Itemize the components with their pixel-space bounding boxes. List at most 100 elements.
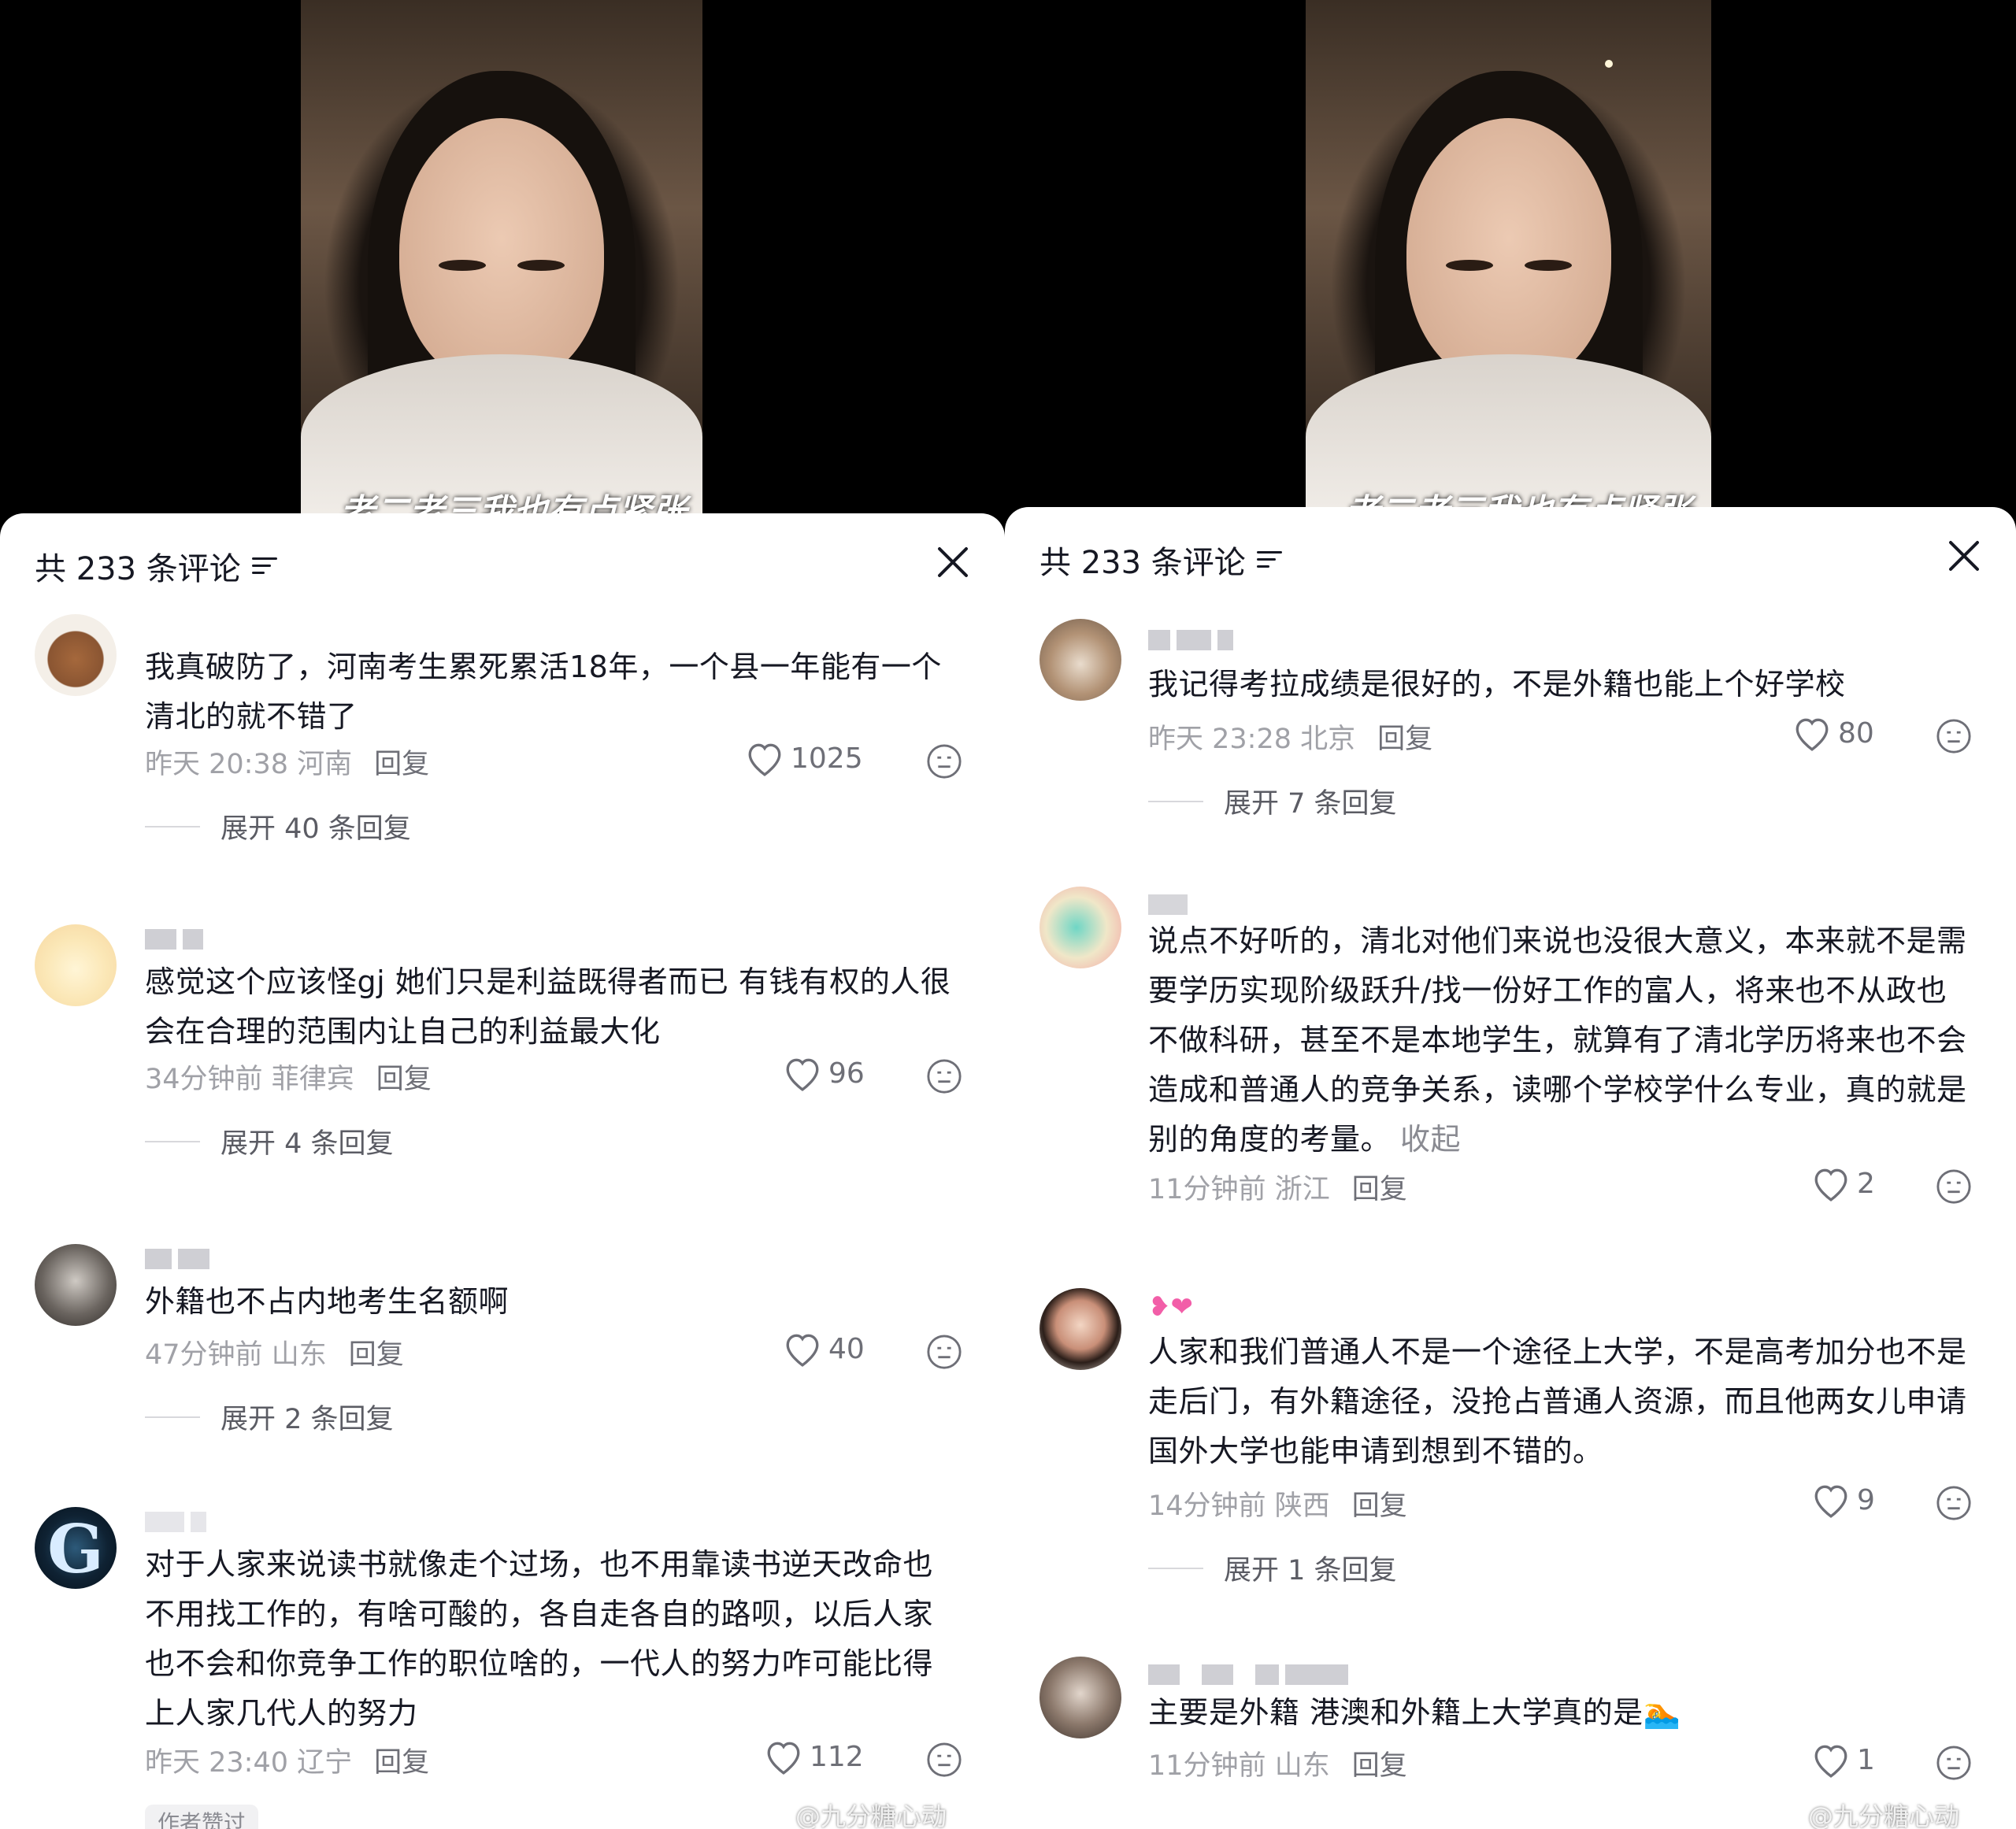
comment-location: 北京 (1300, 724, 1356, 755)
heart-icon (1796, 718, 1829, 751)
comment-meta: 昨天 23:40 辽宁 回复 (145, 1740, 429, 1780)
username-blurred[interactable] (145, 1249, 216, 1271)
comments-header[interactable]: 共 233 条评论 (1040, 537, 1282, 583)
comment-text-body: 说点不好听的，清北对他们来说也没很大意义，本来就不是需要学历实现阶级跃升/找一份… (1148, 924, 1967, 1157)
like-count: 96 (828, 1057, 865, 1090)
username-blurred[interactable] (1148, 1664, 1354, 1686)
like-count: 112 (810, 1740, 864, 1773)
letter-g-logo: G (47, 1510, 104, 1588)
comment-text-body: 主要是外籍 港澳和外籍上大学真的是 (1148, 1695, 1644, 1730)
comment-count-title: 共 233 条评论 (35, 551, 241, 587)
reply-button[interactable]: 回复 (374, 1740, 429, 1780)
dislike-face-icon[interactable] (926, 1334, 962, 1370)
expand-replies-button[interactable]: 展开 4 条回复 (145, 1121, 394, 1161)
avatar[interactable] (35, 924, 117, 1006)
avatar[interactable] (1040, 1288, 1121, 1370)
close-icon[interactable] (1947, 539, 1981, 573)
heart-icon (1814, 1168, 1847, 1201)
comment-time: 14分钟前 (1148, 1490, 1266, 1522)
reply-button[interactable]: 回复 (1377, 716, 1432, 757)
username-blurred[interactable] (145, 929, 209, 951)
avatar[interactable] (35, 614, 117, 696)
pink-heart-icon: ❥❤ (1148, 1291, 1193, 1323)
avatar[interactable] (35, 1244, 117, 1326)
comment-text: 对于人家来说读书就像走个过场，也不用靠读书逆天改命也不用找工作的，有啥可酸的，各… (145, 1547, 934, 1731)
comment-location: 山东 (1274, 1750, 1330, 1782)
video-subject-eye (1446, 260, 1493, 271)
comment-time: 34分钟前 (145, 1064, 263, 1095)
comment-time: 11分钟前 (1148, 1174, 1266, 1205)
like-button[interactable]: 1025 (745, 740, 863, 776)
ceiling-light (1605, 60, 1613, 68)
watermark-text: @九分糖心动 (795, 1801, 947, 1829)
username-blurred[interactable] (1148, 894, 1194, 916)
reply-button[interactable]: 回复 (1352, 1743, 1407, 1783)
dislike-face-icon[interactable] (926, 743, 962, 779)
like-button[interactable]: 1 (1811, 1742, 1875, 1778)
like-button[interactable]: 9 (1811, 1482, 1875, 1518)
comment-text: 外籍也不占内地考生名额啊 (145, 1284, 510, 1319)
avatar[interactable] (1040, 887, 1121, 968)
like-count: 1 (1857, 1743, 1875, 1776)
comment-text: 说点不好听的，清北对他们来说也没很大意义，本来就不是需要学历实现阶级跃升/找一份… (1148, 916, 1973, 1164)
comment-time: 47分钟前 (145, 1339, 263, 1371)
sort-filter-icon[interactable] (1256, 550, 1282, 570)
username-hearts[interactable]: ❥❤ (1148, 1294, 1193, 1320)
comments-sheet: 共 233 条评论 我真破防了，河南考生累死累活18年，一个县一年能有一个清北的… (0, 513, 1005, 1829)
dislike-face-icon[interactable] (1936, 1168, 1972, 1205)
comment-location: 辽宁 (297, 1747, 353, 1779)
comment-meta: 11分钟前 山东 回复 (1148, 1743, 1407, 1783)
comment-meta: 昨天 23:28 北京 回复 (1148, 716, 1432, 757)
comment-text: 我真破防了，河南考生累死累活18年，一个县一年能有一个清北的就不错了 (145, 650, 942, 734)
comment-time: 昨天 20:38 (145, 749, 288, 780)
comment-time: 昨天 23:28 (1148, 724, 1292, 755)
like-count: 9 (1857, 1483, 1875, 1516)
heart-icon (1814, 1485, 1847, 1518)
reply-button[interactable]: 回复 (376, 1057, 432, 1097)
dislike-face-icon[interactable] (1936, 1485, 1972, 1521)
expand-replies-button[interactable]: 展开 7 条回复 (1148, 781, 1397, 821)
comments-sheet: 共 233 条评论 我记得考拉成绩是很好的，不是外籍也能上个好学校 昨天 23:… (1005, 507, 2016, 1829)
video-player[interactable]: 老二老三我也有点紧张 (301, 0, 702, 520)
video-player[interactable]: 老二老三我也有点紧张 (1306, 0, 1711, 520)
heart-icon (1814, 1745, 1847, 1778)
heart-icon (767, 1742, 800, 1775)
like-button[interactable]: 2 (1811, 1165, 1875, 1201)
reply-button[interactable]: 回复 (1352, 1167, 1407, 1207)
comments-header[interactable]: 共 233 条评论 (35, 543, 277, 589)
left-screenshot: 老二老三我也有点紧张 共 233 条评论 我真破防了，河南考生累死累活18年，一… (0, 0, 1005, 1829)
dislike-face-icon[interactable] (926, 1742, 962, 1778)
reply-button[interactable]: 回复 (374, 742, 429, 782)
close-icon[interactable] (936, 545, 970, 579)
reply-button[interactable]: 回复 (349, 1332, 404, 1372)
like-button[interactable]: 40 (783, 1331, 865, 1367)
dislike-face-icon[interactable] (926, 1058, 962, 1094)
like-button[interactable]: 96 (783, 1055, 865, 1091)
dislike-face-icon[interactable] (1936, 718, 1972, 754)
comment-location: 浙江 (1274, 1174, 1330, 1205)
swimming-emoji-icon: 🏊 (1643, 1695, 1681, 1730)
expand-replies-button[interactable]: 展开 2 条回复 (145, 1397, 394, 1437)
video-subject-eye (517, 260, 565, 271)
reply-button[interactable]: 回复 (1352, 1483, 1407, 1524)
collapse-button[interactable]: 收起 (1400, 1122, 1461, 1157)
comment-time: 11分钟前 (1148, 1750, 1266, 1782)
like-button[interactable]: 112 (764, 1738, 864, 1775)
username-blurred[interactable] (1148, 630, 1240, 652)
sort-filter-icon[interactable] (251, 556, 277, 576)
username-blurred[interactable] (145, 1512, 213, 1534)
heart-icon (786, 1058, 819, 1091)
expand-replies-button[interactable]: 展开 40 条回复 (145, 806, 411, 846)
expand-replies-button[interactable]: 展开 1 条回复 (1148, 1548, 1397, 1588)
comment-meta: 47分钟前 山东 回复 (145, 1332, 404, 1372)
dislike-face-icon[interactable] (1936, 1745, 1972, 1781)
comment-meta: 14分钟前 陕西 回复 (1148, 1483, 1407, 1524)
avatar[interactable]: G (35, 1507, 117, 1589)
video-subject-face (399, 118, 604, 386)
like-button[interactable]: 80 (1792, 715, 1874, 751)
like-count: 80 (1838, 716, 1874, 750)
avatar[interactable] (1040, 619, 1121, 701)
avatar[interactable] (1040, 1657, 1121, 1738)
heart-icon (748, 743, 781, 776)
comment-meta: 11分钟前 浙江 回复 (1148, 1167, 1407, 1207)
